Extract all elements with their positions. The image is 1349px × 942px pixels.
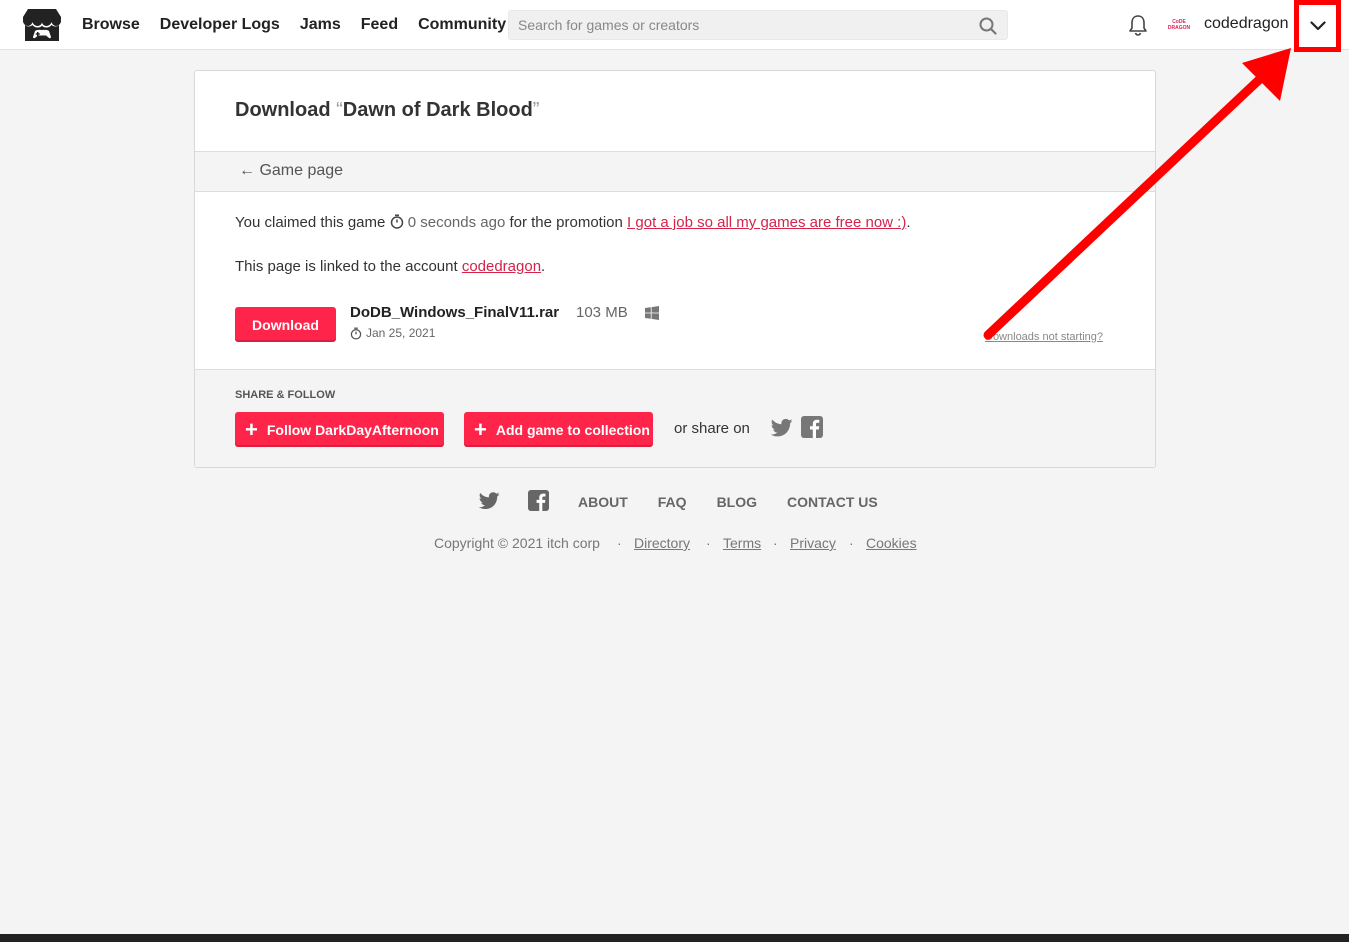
downloads-not-starting-link[interactable]: Downloads not starting? (985, 331, 1103, 343)
footer-privacy-link[interactable]: Privacy (790, 535, 836, 551)
promotion-link[interactable]: I got a job so all my games are free now… (627, 214, 906, 231)
nav-community[interactable]: Community (418, 16, 506, 34)
search-input[interactable] (509, 11, 969, 39)
claim-text: You claimed this game (235, 214, 386, 231)
download-button[interactable]: Download (235, 307, 336, 342)
nav-browse[interactable]: Browse (82, 16, 140, 34)
notifications-bell-icon[interactable] (1128, 14, 1148, 36)
open-quote: “ (336, 99, 343, 121)
footer-faq-link[interactable]: FAQ (658, 494, 687, 510)
itch-logo-icon[interactable] (22, 7, 62, 43)
footer-separator: · (617, 535, 622, 551)
footer-about-link[interactable]: ABOUT (578, 494, 628, 510)
facebook-share-icon[interactable] (801, 416, 823, 438)
claim-message: You claimed this game 0 seconds ago for … (235, 214, 911, 231)
footer-terms-link[interactable]: Terms (723, 535, 761, 551)
footer-separator: · (706, 535, 711, 551)
search-box (508, 10, 1008, 40)
follow-developer-button[interactable]: + Follow DarkDayAfternoon (235, 412, 444, 447)
share-on-text: or share on (674, 420, 750, 437)
copyright-text: Copyright © 2021 itch corp (434, 535, 600, 551)
twitter-icon[interactable] (479, 492, 500, 510)
stopwatch-icon (350, 327, 362, 340)
linked-account-message: This page is linked to the account coded… (235, 258, 545, 275)
title-prefix: Download (235, 99, 337, 121)
download-card: Download “Dawn of Dark Blood” ← Game pag… (194, 70, 1156, 468)
twitter-share-icon[interactable] (771, 418, 793, 438)
nav-feed[interactable]: Feed (361, 16, 398, 34)
file-size: 103 MB (576, 304, 628, 321)
user-avatar[interactable]: CoDE DRAGON (1167, 13, 1191, 37)
file-date-text: Jan 25, 2021 (366, 326, 436, 340)
game-page-link[interactable]: ← Game page (239, 162, 343, 180)
footer-blog-link[interactable]: BLOG (717, 494, 757, 510)
collection-label: Add game to collection (495, 421, 650, 438)
linked-account-link[interactable]: codedragon (462, 258, 541, 275)
username-label[interactable]: codedragon (1204, 15, 1289, 33)
footer-links: ABOUT FAQ BLOG CONTACT US (578, 490, 908, 514)
add-to-collection-button[interactable]: + Add game to collection (464, 412, 653, 447)
search-icon[interactable] (979, 17, 997, 35)
follow-label: Follow DarkDayAfternoon (266, 421, 439, 438)
linked-text: This page is linked to the account (235, 258, 458, 275)
claim-for-text: for the promotion (509, 214, 623, 231)
footer-separator: · (773, 535, 778, 551)
footer-directory-link[interactable]: Directory (634, 535, 690, 551)
nav-developer-logs[interactable]: Developer Logs (160, 16, 280, 34)
file-name: DoDB_Windows_FinalV11.rar (350, 304, 560, 321)
nav-jams[interactable]: Jams (300, 16, 341, 34)
plus-icon: + (245, 416, 258, 442)
user-menu-dropdown-button[interactable] (1294, 0, 1341, 52)
plus-icon: + (474, 416, 487, 442)
chevron-down-icon (1309, 21, 1326, 31)
windows-icon (645, 306, 659, 320)
main-nav: Browse Developer Logs Jams Feed Communit… (82, 0, 526, 50)
game-title: Dawn of Dark Blood (342, 99, 533, 121)
facebook-icon[interactable] (528, 490, 549, 511)
share-follow-label: SHARE & FOLLOW (235, 389, 336, 401)
file-date: Jan 25, 2021 (350, 326, 435, 340)
sub-navigation: ← Game page (195, 151, 1155, 192)
share-follow-section: SHARE & FOLLOW + Follow DarkDayAfternoon… (195, 369, 1155, 467)
claim-end: . (906, 214, 911, 231)
footer-cookies-link[interactable]: Cookies (866, 535, 917, 551)
close-quote: ” (532, 99, 540, 121)
footer-separator: · (849, 535, 854, 551)
stopwatch-icon (390, 214, 403, 229)
page-title: Download “Dawn of Dark Blood” (235, 99, 539, 122)
site-header: Browse Developer Logs Jams Feed Communit… (0, 0, 1349, 52)
footer-contact-link[interactable]: CONTACT US (787, 494, 878, 510)
linked-end: . (541, 258, 546, 275)
claim-time: 0 seconds ago (407, 214, 506, 231)
bottom-bar (0, 934, 1349, 942)
